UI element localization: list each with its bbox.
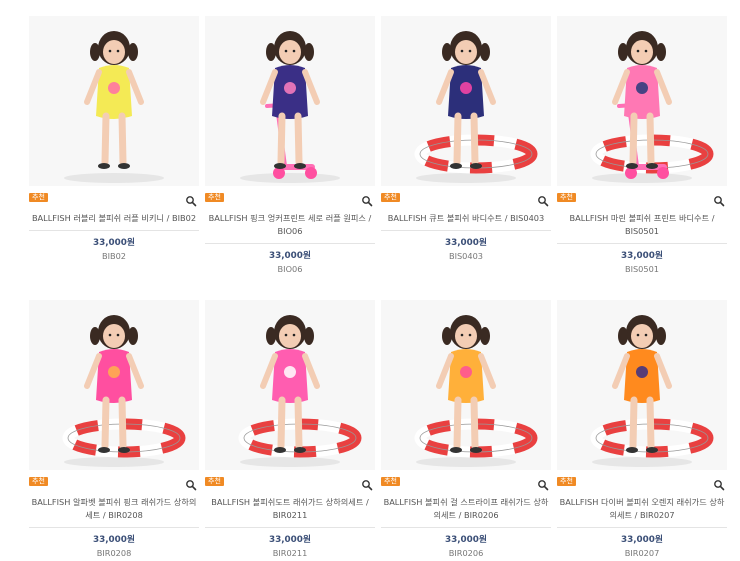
product-name[interactable]: BALLFISH 볼피쉬 걸 스트라이프 래쉬가드 상하의세트 / BIR020… bbox=[381, 492, 551, 528]
product-photo[interactable] bbox=[381, 16, 551, 186]
product-meta-row: 추천 bbox=[29, 190, 199, 208]
recommend-badge: 추천 bbox=[557, 477, 576, 486]
product-photo[interactable] bbox=[29, 300, 199, 470]
product-name[interactable]: BALLFISH 알파벳 볼피쉬 핑크 래쉬가드 상하의 세트 / BIR020… bbox=[29, 492, 199, 528]
product-photo[interactable] bbox=[205, 300, 375, 470]
product-photo[interactable] bbox=[29, 16, 199, 186]
product-meta-row: 추천 bbox=[557, 190, 727, 208]
zoom-icon[interactable] bbox=[361, 192, 373, 207]
product-card[interactable]: 추천 BALLFISH 핑크 엉커프린트 세로 러플 원피스 / BIO06 3… bbox=[205, 16, 375, 275]
zoom-icon[interactable] bbox=[361, 476, 373, 491]
product-illustration bbox=[557, 300, 727, 470]
product-code: BIS0403 bbox=[448, 251, 484, 261]
product-card[interactable]: 추천 BALLFISH 알파벳 볼피쉬 핑크 래쉬가드 상하의 세트 / BIR… bbox=[29, 300, 199, 559]
product-card[interactable]: 추천 BALLFISH 볼피쉬도트 래쉬가드 상하의세트 / BIR0211 3… bbox=[205, 300, 375, 559]
zoom-icon[interactable] bbox=[713, 192, 725, 207]
product-photo[interactable] bbox=[557, 16, 727, 186]
product-code: BIR0206 bbox=[448, 548, 484, 558]
recommend-badge: 추천 bbox=[205, 193, 224, 202]
product-name[interactable]: BALLFISH 핑크 엉커프린트 세로 러플 원피스 / BIO06 bbox=[205, 208, 375, 244]
product-code: BIR0208 bbox=[96, 548, 132, 558]
product-card[interactable]: 추천 BALLFISH 러블리 볼피쉬 러플 비키니 / BIB02 33,00… bbox=[29, 16, 199, 262]
product-price: 33,000원 bbox=[444, 238, 488, 248]
zoom-icon[interactable] bbox=[537, 192, 549, 207]
product-meta-row: 추천 bbox=[205, 474, 375, 492]
product-price: 33,000원 bbox=[92, 535, 136, 545]
product-meta-row: 추천 bbox=[205, 190, 375, 208]
product-price: 33,000원 bbox=[620, 251, 664, 261]
product-name[interactable]: BALLFISH 다이버 볼피쉬 오렌지 래쉬가드 상하의세트 / BIR020… bbox=[557, 492, 727, 528]
product-meta-row: 추천 bbox=[381, 474, 551, 492]
product-price: 33,000원 bbox=[444, 535, 488, 545]
product-illustration bbox=[381, 300, 551, 470]
zoom-icon[interactable] bbox=[713, 476, 725, 491]
product-photo[interactable] bbox=[205, 16, 375, 186]
product-meta-row: 추천 bbox=[557, 474, 727, 492]
zoom-icon[interactable] bbox=[185, 476, 197, 491]
product-code: BIR0207 bbox=[624, 548, 660, 558]
recommend-badge: 추천 bbox=[29, 193, 48, 202]
product-name[interactable]: BALLFISH 러블리 볼피쉬 러플 비키니 / BIB02 bbox=[29, 208, 199, 231]
product-photo[interactable] bbox=[381, 300, 551, 470]
zoom-icon[interactable] bbox=[537, 476, 549, 491]
product-code: BIO06 bbox=[277, 264, 303, 274]
product-code: BIB02 bbox=[101, 251, 127, 261]
product-illustration bbox=[557, 16, 727, 186]
product-photo[interactable] bbox=[557, 300, 727, 470]
product-card[interactable]: 추천 BALLFISH 큐트 볼피쉬 바디수트 / BIS0403 33,000… bbox=[381, 16, 551, 262]
product-card[interactable]: 추천 BALLFISH 다이버 볼피쉬 오렌지 래쉬가드 상하의세트 / BIR… bbox=[557, 300, 727, 559]
product-illustration bbox=[205, 300, 375, 470]
product-price: 33,000원 bbox=[268, 535, 312, 545]
zoom-icon[interactable] bbox=[185, 192, 197, 207]
product-illustration bbox=[205, 16, 375, 186]
recommend-badge: 추천 bbox=[381, 193, 400, 202]
product-meta-row: 추천 bbox=[381, 190, 551, 208]
product-code: BIS0501 bbox=[624, 264, 660, 274]
product-name[interactable]: BALLFISH 마린 볼피쉬 프린트 바디수트 / BIS0501 bbox=[557, 208, 727, 244]
recommend-badge: 추천 bbox=[557, 193, 576, 202]
product-illustration bbox=[381, 16, 551, 186]
product-name[interactable]: BALLFISH 큐트 볼피쉬 바디수트 / BIS0403 bbox=[381, 208, 551, 231]
product-price: 33,000원 bbox=[268, 251, 312, 261]
product-meta-row: 추천 bbox=[29, 474, 199, 492]
recommend-badge: 추천 bbox=[29, 477, 48, 486]
recommend-badge: 추천 bbox=[205, 477, 224, 486]
product-code: BIR0211 bbox=[272, 548, 308, 558]
product-name[interactable]: BALLFISH 볼피쉬도트 래쉬가드 상하의세트 / BIR0211 bbox=[205, 492, 375, 528]
product-card[interactable]: 추천 BALLFISH 볼피쉬 걸 스트라이프 래쉬가드 상하의세트 / BIR… bbox=[381, 300, 551, 559]
product-price: 33,000원 bbox=[620, 535, 664, 545]
product-price: 33,000원 bbox=[92, 238, 136, 248]
product-card[interactable]: 추천 BALLFISH 마린 볼피쉬 프린트 바디수트 / BIS0501 33… bbox=[557, 16, 727, 275]
recommend-badge: 추천 bbox=[381, 477, 400, 486]
product-illustration bbox=[29, 16, 199, 186]
product-illustration bbox=[29, 300, 199, 470]
